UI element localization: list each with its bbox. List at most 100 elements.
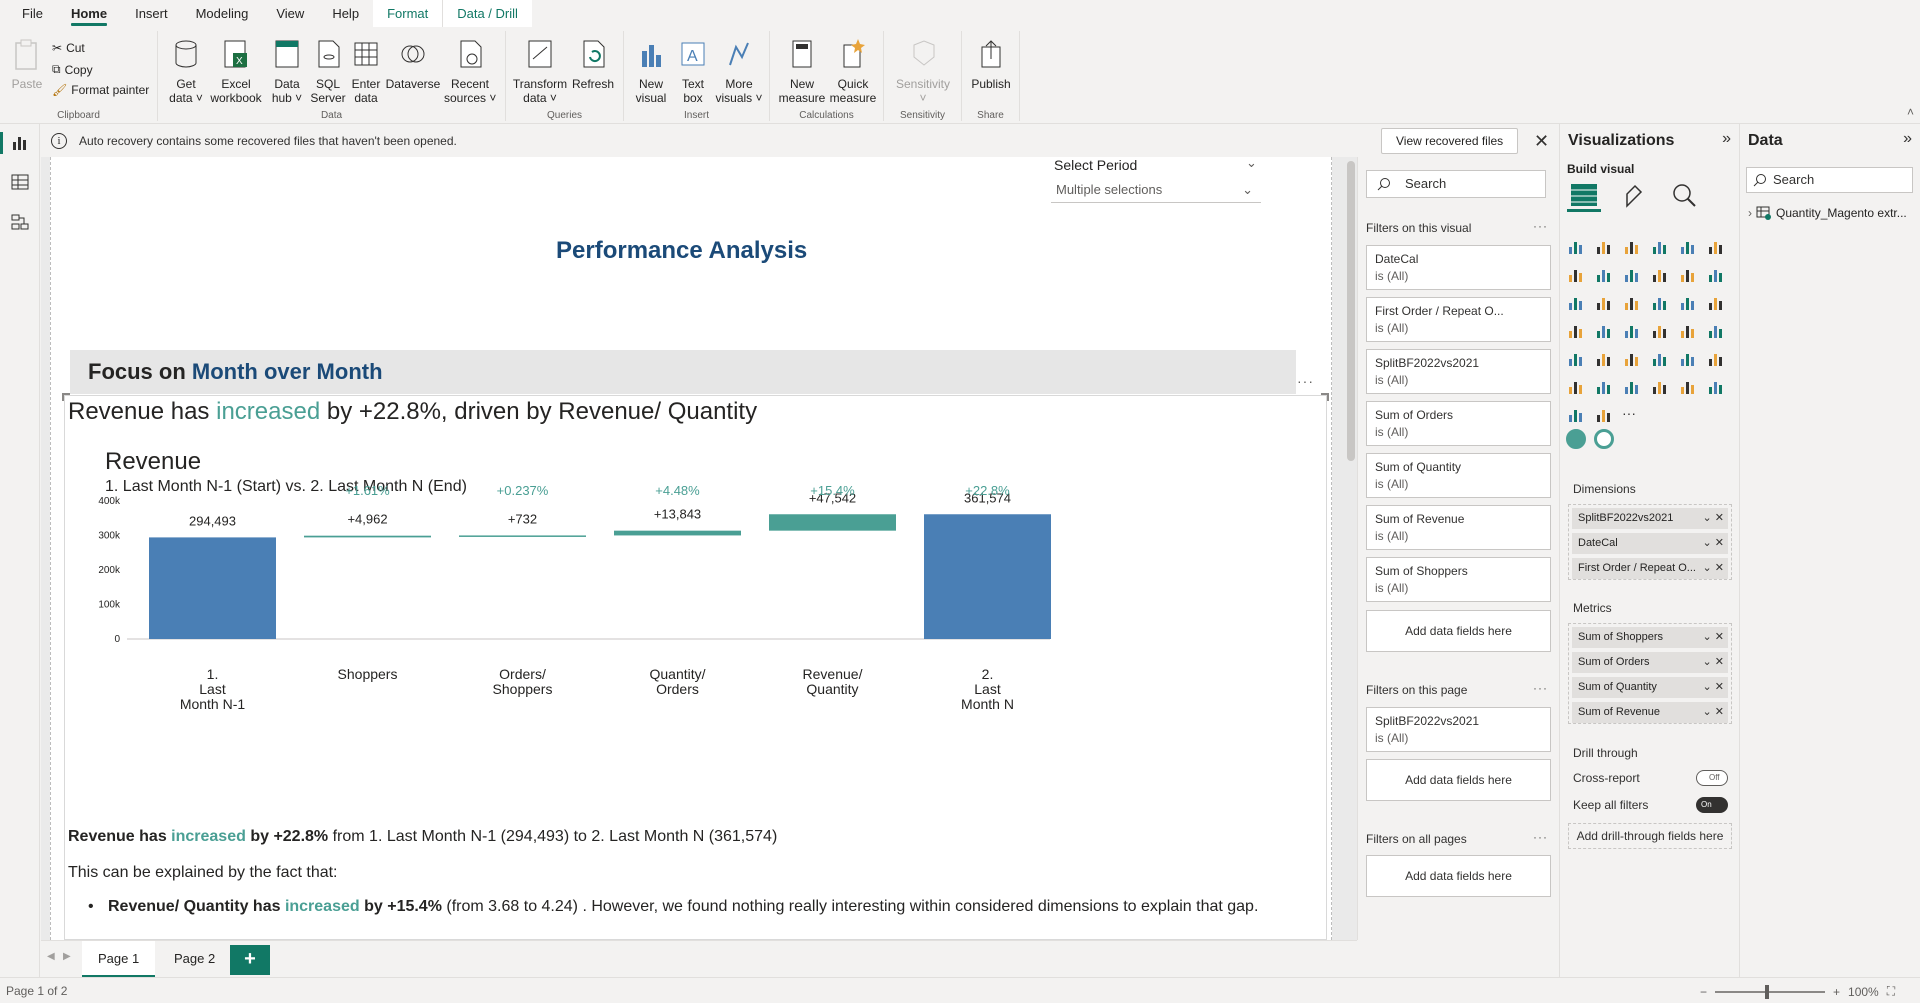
key-influencers-visual-icon[interactable] — [1566, 377, 1586, 397]
menu-modeling[interactable]: Modeling — [182, 0, 263, 27]
filter-card-sum-revenue[interactable]: Sum of Revenue is (All) — [1366, 505, 1551, 550]
chevron-down-icon[interactable]: ⌄ — [1246, 157, 1257, 171]
text-box-button[interactable]: A Text box — [674, 37, 712, 105]
tab-page-2[interactable]: Page 2 — [158, 941, 231, 978]
chevron-right-icon[interactable]: › — [1748, 206, 1752, 220]
metrics-well[interactable]: Sum of Shoppers ⌄ ✕ Sum of Orders ⌄ ✕ Sum … — [1568, 623, 1732, 724]
add-drill-through-field[interactable]: Add drill-through fields here — [1568, 823, 1732, 849]
model-view-icon[interactable] — [11, 214, 29, 230]
tab-page-1[interactable]: Page 1 — [82, 941, 156, 978]
metrics-visual-icon[interactable] — [1706, 377, 1726, 397]
stacked-bar-visual-icon[interactable] — [1566, 237, 1586, 257]
filters-search-input[interactable]: Search — [1366, 170, 1546, 198]
treemap-visual-icon[interactable] — [1706, 293, 1726, 313]
new-measure-button[interactable]: New measure — [778, 37, 826, 105]
menu-insert[interactable]: Insert — [121, 0, 182, 27]
cut-button[interactable]: ✂ Cut — [52, 41, 85, 55]
pill-controls[interactable]: ⌄ ✕ — [1699, 627, 1724, 648]
filled-map-visual-icon[interactable] — [1594, 321, 1614, 341]
more-visuals-button[interactable]: More visuals ˅ — [714, 37, 764, 105]
filter-card-sum-shoppers[interactable]: Sum of Shoppers is (All) — [1366, 557, 1551, 602]
copy-button[interactable]: ⧉ Copy — [52, 62, 93, 77]
funnel-visual-icon[interactable] — [1594, 293, 1614, 313]
transform-data-button[interactable]: Transform data ˅ — [512, 37, 568, 105]
qa-visual-icon[interactable] — [1622, 377, 1642, 397]
line-column-visual-icon[interactable] — [1650, 265, 1670, 285]
data-hub-button[interactable]: Data hub ˅ — [266, 37, 308, 105]
collapse-ribbon-icon[interactable]: ˄ — [1907, 105, 1914, 119]
filter-card-datecal[interactable]: DateCal is (All) — [1366, 245, 1551, 290]
filter-card-sum-orders[interactable]: Sum of Orders is (All) — [1366, 401, 1551, 446]
dataverse-button[interactable]: Dataverse — [384, 37, 442, 91]
get-data-button[interactable]: Get data ˅ — [166, 37, 206, 105]
100-bar-visual-icon[interactable] — [1678, 237, 1698, 257]
python-visual-visual-icon[interactable] — [1706, 349, 1726, 369]
view-recovered-files-button[interactable]: View recovered files — [1381, 128, 1519, 154]
data-table-item[interactable]: › Quantity_Magento extr... — [1748, 206, 1907, 220]
quick-measure-button[interactable]: Quick measure — [828, 37, 878, 105]
menu-data-drill[interactable]: Data / Drill — [442, 0, 532, 27]
next-page-icon[interactable]: ▶ — [63, 951, 71, 962]
paginated-visual-icon[interactable] — [1678, 377, 1698, 397]
menu-home[interactable]: Home — [57, 0, 121, 27]
new-visual-button[interactable]: New visual — [630, 37, 672, 105]
ribbon-visual-icon[interactable] — [1706, 265, 1726, 285]
scatter-visual-icon[interactable] — [1622, 293, 1642, 313]
period-slicer-dropdown[interactable]: Multiple selections ⌄ — [1051, 179, 1261, 203]
menu-file[interactable]: File — [8, 0, 57, 27]
multi-card-visual-icon[interactable] — [1706, 321, 1726, 341]
power-automate-visual-icon[interactable] — [1594, 405, 1614, 425]
menu-view[interactable]: View — [262, 0, 318, 27]
analytics-tab[interactable] — [1667, 180, 1701, 212]
line-clustered-visual-icon[interactable] — [1678, 265, 1698, 285]
pie-visual-icon[interactable] — [1650, 293, 1670, 313]
waterfall-visual-icon[interactable] — [1566, 293, 1586, 313]
format-visual-tab[interactable] — [1617, 180, 1651, 212]
field-pill[interactable]: First Order / Repeat O... ⌄ ✕ — [1572, 558, 1728, 579]
more-options-icon[interactable]: ··· — [1533, 830, 1548, 844]
report-view-icon[interactable] — [11, 134, 29, 150]
field-pill[interactable]: Sum of Revenue ⌄ ✕ — [1572, 702, 1728, 723]
gauge-visual-icon[interactable] — [1650, 321, 1670, 341]
waterfall-visual[interactable]: Revenue has increased by +22.8%, driven … — [62, 393, 1329, 940]
add-page-filter-field[interactable]: Add data fields here — [1366, 759, 1551, 801]
collapse-pane-icon[interactable]: » — [1903, 130, 1912, 148]
filter-card-sum-quantity[interactable]: Sum of Quantity is (All) — [1366, 453, 1551, 498]
matrix-visual-icon[interactable] — [1650, 349, 1670, 369]
field-pill[interactable]: Sum of Shoppers ⌄ ✕ — [1572, 627, 1728, 648]
pill-controls[interactable]: ⌄ ✕ — [1699, 558, 1724, 579]
decomposition-tree-visual-icon[interactable] — [1594, 377, 1614, 397]
dimensions-well[interactable]: SplitBF2022vs2021 ⌄ ✕ DateCal ⌄ ✕ First Or… — [1568, 504, 1732, 580]
more-options-icon[interactable]: ··· — [1533, 219, 1548, 233]
add-all-pages-filter-field[interactable]: Add data fields here — [1366, 855, 1551, 897]
more-visual-icon[interactable]: ··· — [1622, 405, 1642, 425]
area-visual-icon[interactable] — [1594, 265, 1614, 285]
recent-sources-button[interactable]: Recent sources ˅ — [444, 37, 496, 105]
enter-data-button[interactable]: Enter data — [346, 37, 386, 105]
field-pill[interactable]: Sum of Orders ⌄ ✕ — [1572, 652, 1728, 673]
excel-workbook-button[interactable]: X Excel workbook — [208, 37, 264, 105]
zoom-out-icon[interactable]: − — [1700, 985, 1707, 999]
filter-card-split[interactable]: SplitBF2022vs2021 is (All) — [1366, 349, 1551, 394]
collapse-pane-icon[interactable]: » — [1722, 130, 1731, 148]
100-column-visual-icon[interactable] — [1706, 237, 1726, 257]
prev-page-icon[interactable]: ◀ — [47, 951, 55, 962]
insights-visual-icon[interactable] — [1566, 429, 1586, 449]
map-visual-icon[interactable] — [1566, 321, 1586, 341]
table-view-icon[interactable] — [11, 174, 29, 190]
line-visual-icon[interactable] — [1566, 265, 1586, 285]
add-visual-filter-field[interactable]: Add data fields here — [1366, 610, 1551, 652]
card-visual-icon[interactable] — [1678, 321, 1698, 341]
field-pill[interactable]: Sum of Quantity ⌄ ✕ — [1572, 677, 1728, 698]
stacked-area-visual-icon[interactable] — [1622, 265, 1642, 285]
filter-card-first-order[interactable]: First Order / Repeat O... is (All) — [1366, 297, 1551, 342]
menu-help[interactable]: Help — [318, 0, 373, 27]
insights-visual-2-icon[interactable] — [1594, 429, 1614, 449]
clustered-column-visual-icon[interactable] — [1650, 237, 1670, 257]
keep-filters-toggle[interactable]: On — [1696, 797, 1728, 813]
narrative-visual-icon[interactable] — [1650, 377, 1670, 397]
build-visual-tab[interactable] — [1567, 180, 1601, 212]
table-visual-icon[interactable] — [1622, 349, 1642, 369]
field-pill[interactable]: SplitBF2022vs2021 ⌄ ✕ — [1572, 508, 1728, 529]
close-icon[interactable]: ✕ — [1534, 131, 1549, 152]
